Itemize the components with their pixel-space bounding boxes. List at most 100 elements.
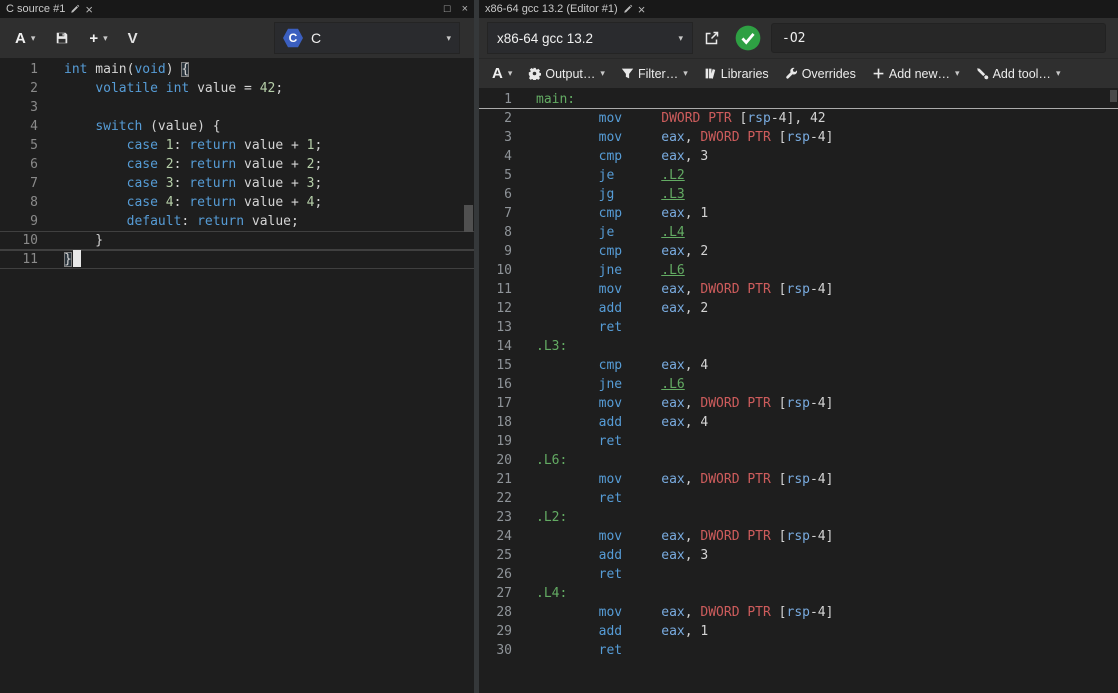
asm-code-line[interactable]: 19 ret bbox=[479, 432, 1118, 451]
source-code-line[interactable]: 9 default: return value; bbox=[0, 212, 474, 231]
language-select-value: C bbox=[311, 30, 322, 46]
asm-code-line[interactable]: 25 add eax, 3 bbox=[479, 546, 1118, 565]
asm-code-line[interactable]: 2 mov DWORD PTR [rsp-4], 42 bbox=[479, 109, 1118, 128]
source-code-line[interactable]: 4 switch (value) { bbox=[0, 117, 474, 136]
asm-code-line[interactable]: 5 je .L2 bbox=[479, 166, 1118, 185]
line-content: ret bbox=[598, 567, 623, 582]
scrollbar-thumb[interactable] bbox=[1110, 90, 1117, 102]
asm-code-line[interactable]: 29 add eax, 1 bbox=[479, 622, 1118, 641]
asm-code-line[interactable]: 8 je .L4 bbox=[479, 223, 1118, 242]
asm-code-line[interactable]: 23 .L2: bbox=[479, 508, 1118, 527]
asm-code-line[interactable]: 13 ret bbox=[479, 318, 1118, 337]
button-label: Filter… bbox=[637, 66, 679, 81]
asm-label-link[interactable]: .L6 bbox=[661, 377, 684, 392]
source-code-line[interactable]: 10 } bbox=[0, 231, 474, 250]
compiler-options-input[interactable]: -O2 bbox=[771, 23, 1106, 53]
asm-code-line[interactable]: 10 jne .L6 bbox=[479, 261, 1118, 280]
minimap[interactable] bbox=[423, 60, 457, 104]
asm-code-line[interactable]: 15 cmp eax, 4 bbox=[479, 356, 1118, 375]
line-number: 28 bbox=[496, 605, 512, 620]
source-code-line[interactable]: 1 int main(void) { bbox=[0, 60, 474, 79]
source-code-line[interactable]: 8 case 4: return value + 4; bbox=[0, 193, 474, 212]
add-pane-button[interactable]: + ▾ bbox=[82, 27, 114, 50]
line-content: add eax, 4 bbox=[598, 415, 709, 430]
asm-code-line[interactable]: 7 cmp eax, 1 bbox=[479, 204, 1118, 223]
asm-label-link[interactable]: .L2 bbox=[661, 168, 684, 183]
source-code-line[interactable]: 2 volatile int value = 42; bbox=[0, 79, 474, 98]
rename-tab-icon[interactable] bbox=[623, 4, 633, 14]
asm-code-line[interactable]: 11 mov eax, DWORD PTR [rsp-4] bbox=[479, 280, 1118, 299]
line-content: .L2: bbox=[536, 510, 568, 525]
vim-icon: V bbox=[127, 29, 138, 47]
asm-code-line[interactable]: 17 mov eax, DWORD PTR [rsp-4] bbox=[479, 394, 1118, 413]
close-tab-icon[interactable]: × bbox=[638, 3, 646, 16]
add-tool-button[interactable]: Add tool… ▾ bbox=[969, 63, 1068, 85]
asm-code-line[interactable]: 21 mov eax, DWORD PTR [rsp-4] bbox=[479, 470, 1118, 489]
asm-code-line[interactable]: 1 main: bbox=[479, 90, 1118, 109]
font-size-label: A bbox=[15, 29, 26, 47]
source-tab-title[interactable]: C source #1 bbox=[6, 3, 65, 15]
asm-code-line[interactable]: 9 cmp eax, 2 bbox=[479, 242, 1118, 261]
asm-code-line[interactable]: 27 .L4: bbox=[479, 584, 1118, 603]
asm-code-line[interactable]: 22 ret bbox=[479, 489, 1118, 508]
font-size-button[interactable]: A ▾ bbox=[485, 62, 519, 85]
open-in-new-window-icon[interactable] bbox=[699, 30, 725, 46]
overrides-button[interactable]: Overrides bbox=[778, 63, 863, 85]
source-code-line[interactable]: 5 case 1: return value + 1; bbox=[0, 136, 474, 155]
close-pane-icon[interactable]: × bbox=[462, 3, 468, 15]
compiler-output-pane: x86-64 gcc 13.2 (Editor #1) × x86-64 gcc… bbox=[479, 0, 1118, 693]
asm-label-link[interactable]: .L3 bbox=[661, 187, 684, 202]
line-content: int main(void) { bbox=[64, 62, 190, 77]
asm-code-line[interactable]: 6 jg .L3 bbox=[479, 185, 1118, 204]
filter-button[interactable]: Filter… ▾ bbox=[614, 63, 695, 85]
language-select[interactable]: C C ▾ bbox=[274, 22, 460, 54]
asm-code-line[interactable]: 24 mov eax, DWORD PTR [rsp-4] bbox=[479, 527, 1118, 546]
close-tab-icon[interactable]: × bbox=[85, 3, 93, 16]
font-size-button[interactable]: A ▾ bbox=[8, 27, 42, 50]
line-number: 26 bbox=[496, 567, 512, 582]
asm-code-line[interactable]: 30 ret bbox=[479, 641, 1118, 660]
chevron-down-icon: ▾ bbox=[955, 68, 960, 78]
source-pane-tabbar: C source #1 × □ × bbox=[0, 0, 474, 18]
vim-toggle-button[interactable]: V bbox=[121, 27, 145, 50]
source-editor[interactable]: 1 int main(void) { 2 volatile int value = … bbox=[0, 58, 474, 693]
asm-code-line[interactable]: 4 cmp eax, 3 bbox=[479, 147, 1118, 166]
asm-code-line[interactable]: 28 mov eax, DWORD PTR [rsp-4] bbox=[479, 603, 1118, 622]
line-number: 23 bbox=[496, 510, 512, 525]
source-code-line[interactable]: 6 case 2: return value + 2; bbox=[0, 155, 474, 174]
add-new-button[interactable]: Add new… ▾ bbox=[865, 63, 967, 85]
line-number: 7 bbox=[504, 206, 512, 221]
source-code-line[interactable]: 3 bbox=[0, 98, 474, 117]
asm-label-link[interactable]: .L4 bbox=[661, 225, 684, 240]
asm-code-line[interactable]: 20 .L6: bbox=[479, 451, 1118, 470]
rename-tab-icon[interactable] bbox=[70, 4, 80, 14]
save-button[interactable] bbox=[48, 27, 76, 49]
line-number: 13 bbox=[496, 320, 512, 335]
libraries-button[interactable]: Libraries bbox=[697, 63, 776, 85]
line-content: jne .L6 bbox=[598, 263, 685, 278]
asm-code-line[interactable]: 18 add eax, 4 bbox=[479, 413, 1118, 432]
line-number: 8 bbox=[504, 225, 512, 240]
chevron-down-icon: ▾ bbox=[507, 68, 513, 78]
compiler-select-value: x86-64 gcc 13.2 bbox=[497, 30, 594, 46]
asm-code-line[interactable]: 3 mov eax, DWORD PTR [rsp-4] bbox=[479, 128, 1118, 147]
asm-output-editor[interactable]: 1 main: 2 mov DWORD PTR [rsp-4], 42 3 mov e… bbox=[479, 88, 1118, 693]
line-number: 30 bbox=[496, 643, 512, 658]
asm-code-line[interactable]: 16 jne .L6 bbox=[479, 375, 1118, 394]
line-number: 20 bbox=[496, 453, 512, 468]
source-code-line[interactable]: 11} bbox=[0, 250, 474, 269]
line-number: 27 bbox=[496, 586, 512, 601]
asm-code-line[interactable]: 12 add eax, 2 bbox=[479, 299, 1118, 318]
asm-code-line[interactable]: 26 ret bbox=[479, 565, 1118, 584]
asm-label-link[interactable]: .L6 bbox=[661, 263, 684, 278]
maximize-pane-icon[interactable]: □ bbox=[444, 3, 451, 15]
chevron-down-icon: ▾ bbox=[446, 32, 451, 43]
line-number: 1 bbox=[30, 62, 38, 77]
scrollbar-thumb[interactable] bbox=[464, 205, 473, 232]
output-button[interactable]: Output… ▾ bbox=[521, 63, 612, 85]
source-code-line[interactable]: 7 case 3: return value + 3; bbox=[0, 174, 474, 193]
compiler-tab-title[interactable]: x86-64 gcc 13.2 (Editor #1) bbox=[485, 3, 618, 15]
line-number: 9 bbox=[30, 214, 38, 229]
asm-code-line[interactable]: 14 .L3: bbox=[479, 337, 1118, 356]
compiler-select[interactable]: x86-64 gcc 13.2 ▾ bbox=[487, 22, 693, 54]
